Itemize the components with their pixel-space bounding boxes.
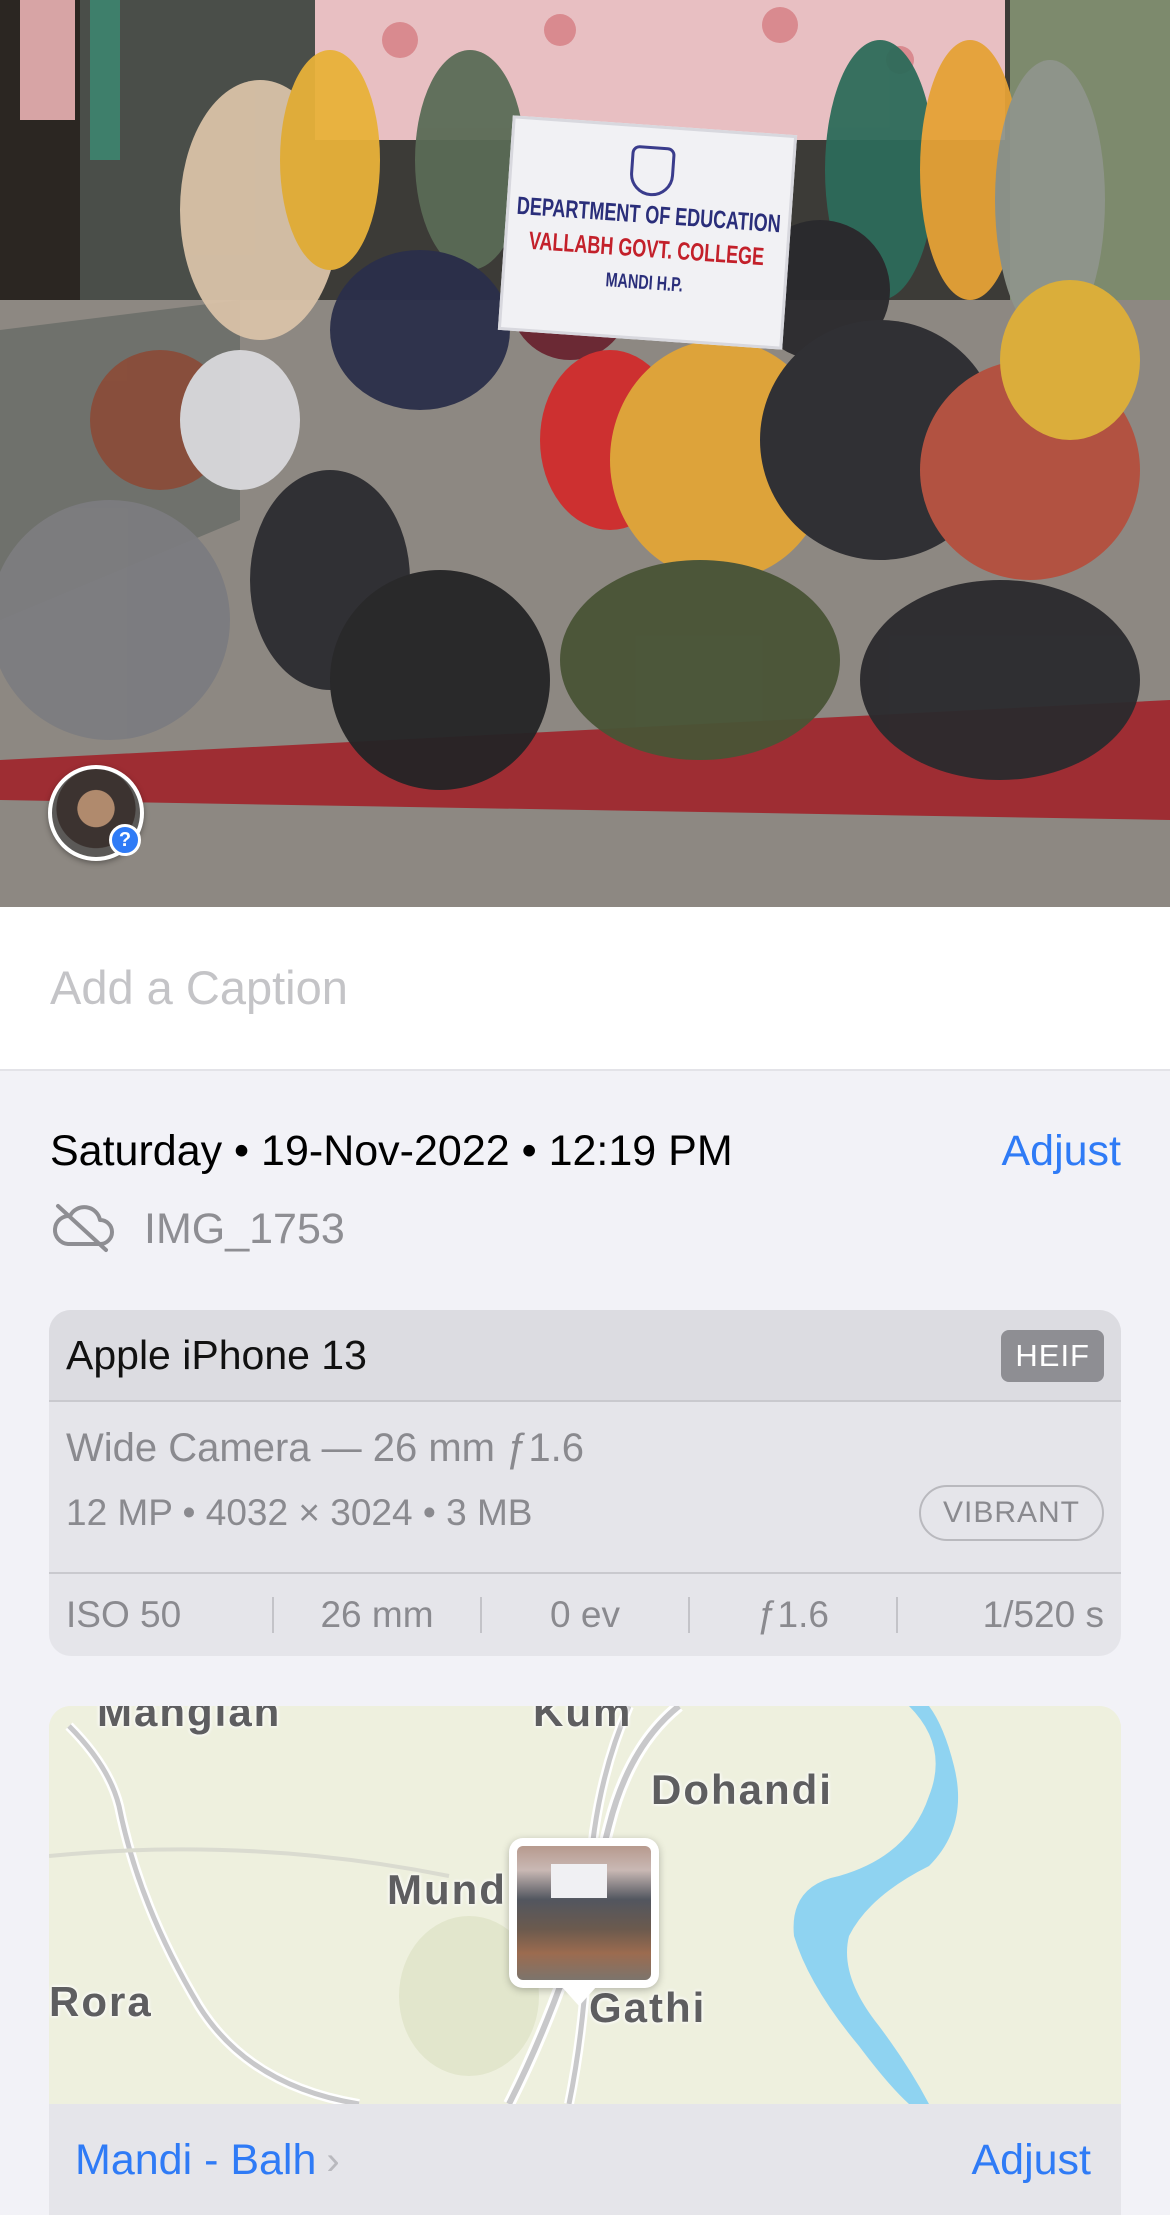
format-badge: HEIF — [1001, 1330, 1104, 1382]
exif-row: ISO 50 26 mm 0 ev ƒ1.6 1/520 s — [49, 1574, 1121, 1656]
photo-thumbnail — [517, 1846, 651, 1980]
place-name: Mandi - Balh — [75, 2136, 317, 2184]
photo-datetime: Saturday • 19-Nov-2022 • 12:19 PM — [50, 1127, 733, 1175]
unknown-person-badge[interactable]: ? — [109, 824, 141, 856]
photo-location-pin[interactable] — [509, 1838, 659, 1988]
place-name-link[interactable]: Mandi - Balh › — [75, 2136, 340, 2185]
pin-pointer — [561, 1986, 597, 2006]
map-label-kum: Kum — [533, 1706, 633, 1735]
map-label-manglan: Manglan — [97, 1706, 282, 1735]
map-footer: Mandi - Balh › Adjust — [49, 2104, 1121, 2215]
caption-input[interactable] — [50, 957, 1120, 1017]
map-label-rora: Rora — [49, 1978, 153, 2025]
map-label-gathi: Gathi — [589, 1984, 707, 2031]
camera-model: Apple iPhone 13 — [66, 1332, 367, 1378]
banner-line-3: MANDI H.P. — [604, 269, 684, 297]
location-map[interactable]: Manglan Kum Dohandi Mund Rora Gathi Mand… — [49, 1706, 1121, 2215]
image-specs: 12 MP • 4032 × 3024 • 3 MB — [66, 1492, 533, 1533]
photographic-style-badge: VIBRANT — [918, 1485, 1104, 1541]
map-label-mund: Mund — [387, 1866, 507, 1913]
exif-shutter-speed: 1/520 s — [982, 1594, 1104, 1635]
photo-filename: IMG_1753 — [144, 1205, 345, 1253]
exif-aperture: ƒ1.6 — [756, 1594, 829, 1635]
exif-focal-length: 26 mm — [320, 1594, 434, 1635]
map-label-dohandi: Dohandi — [651, 1766, 833, 1813]
camera-info-card: Apple iPhone 13 HEIF Wide Camera — 26 mm… — [49, 1310, 1121, 1656]
photo-banner: DEPARTMENT OF EDUCATION VALLABH GOVT. CO… — [497, 115, 798, 350]
exif-exposure-bias: 0 ev — [550, 1594, 620, 1635]
exif-iso: ISO 50 — [66, 1594, 182, 1635]
photo-view[interactable]: DEPARTMENT OF EDUCATION VALLABH GOVT. CO… — [0, 0, 1170, 907]
adjust-datetime-button[interactable]: Adjust — [1001, 1127, 1121, 1176]
adjust-location-button[interactable]: Adjust — [971, 2136, 1091, 2185]
lens-info: Wide Camera — 26 mm ƒ1.6 — [66, 1426, 584, 1470]
cloud-slash-icon — [52, 1204, 114, 1252]
camera-header: Apple iPhone 13 HEIF — [49, 1310, 1121, 1402]
caption-section — [0, 907, 1170, 1071]
college-emblem-icon — [628, 144, 676, 198]
chevron-right-icon: › — [326, 2139, 340, 2183]
